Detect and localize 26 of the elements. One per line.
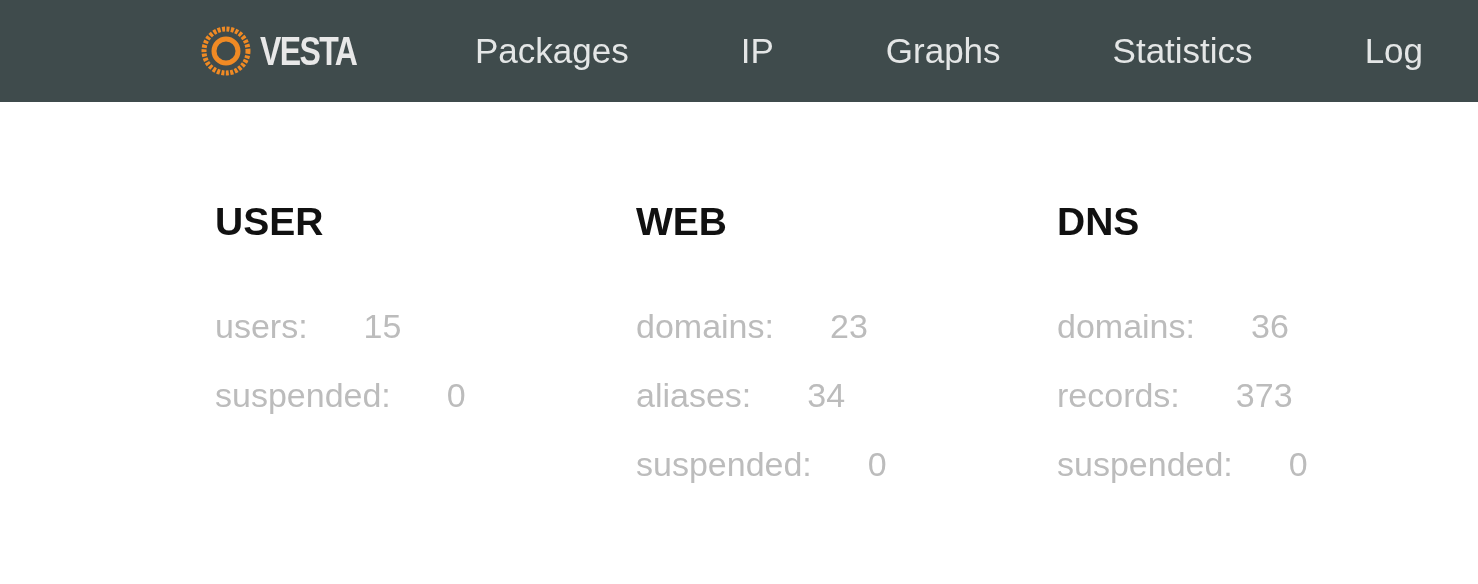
- stat-label: domains:: [636, 306, 774, 347]
- nav-link[interactable]: Statistics: [1112, 24, 1253, 78]
- stat-value: 0: [446, 375, 466, 416]
- stat-label: suspended:: [1057, 444, 1233, 485]
- section-heading: DNS: [1057, 199, 1141, 245]
- section-heading: USER: [215, 199, 325, 245]
- nav-link[interactable]: Packages: [475, 24, 629, 78]
- section-heading: WEB: [636, 199, 728, 245]
- nav-link[interactable]: Log: [1364, 24, 1424, 78]
- nav-link[interactable]: IP: [740, 24, 774, 78]
- logo-icon: [200, 25, 252, 77]
- stat-value: 0: [1288, 444, 1308, 485]
- stat-label: aliases:: [636, 375, 752, 416]
- stat-value: 15: [363, 306, 402, 347]
- stat-value: 34: [807, 375, 846, 416]
- stat-value: 373: [1235, 375, 1293, 416]
- stat-value: 0: [867, 444, 887, 485]
- stat-label: suspended:: [636, 444, 812, 485]
- stat-label: suspended:: [215, 375, 391, 416]
- stat-label: users:: [215, 306, 308, 347]
- stat-value: 23: [829, 306, 868, 347]
- stat-label: domains:: [1057, 306, 1195, 347]
- stat-label: records:: [1057, 375, 1180, 416]
- stat-value: 36: [1250, 306, 1289, 347]
- logo-text[interactable]: VESTA: [260, 21, 357, 81]
- nav-link[interactable]: Graphs: [885, 24, 1001, 78]
